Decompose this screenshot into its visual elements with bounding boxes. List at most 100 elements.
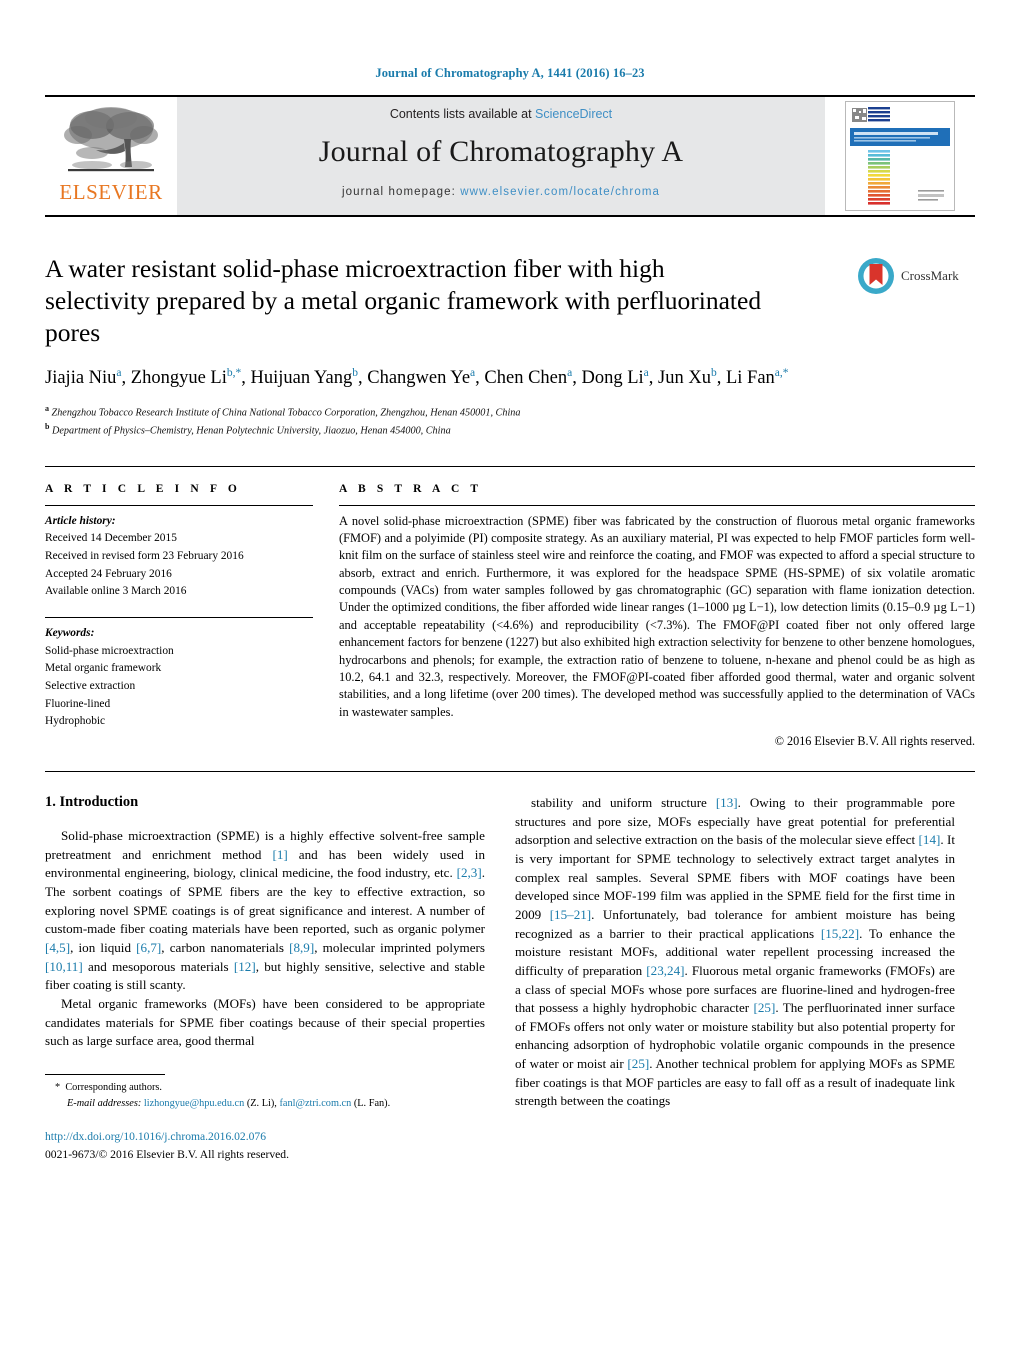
body-paragraph: stability and uniform structure [13]. Ow… (515, 794, 956, 1109)
abstract-rule (339, 504, 975, 506)
body-top-rule (45, 770, 975, 772)
elsevier-tree-icon (64, 107, 158, 172)
journal-cover-block (825, 97, 975, 215)
right-column-paragraphs: stability and uniform structure [13]. Ow… (515, 794, 955, 1111)
crossmark-badge[interactable]: CrossMark (857, 257, 975, 295)
elsevier-wordmark: ELSEVIER (59, 180, 163, 204)
author-affiliation-marker: b,* (226, 367, 242, 380)
article-history-lines: Received 14 December 2015 Received in rev… (45, 530, 313, 601)
sciencedirect-link[interactable]: ScienceDirect (535, 107, 612, 121)
body-column-left: 1. Introduction Solid-phase microextract… (45, 794, 485, 1161)
body-column-right: stability and uniform structure [13]. Ow… (515, 794, 955, 1111)
keyword-item: Fluorine-lined (45, 697, 111, 710)
author-affiliation-marker: a (470, 367, 476, 380)
journal-cover-thumbnail[interactable] (845, 101, 955, 211)
citation-link[interactable]: [15–21] (550, 907, 591, 922)
corresponding-authors-line: * Corresponding authors. (45, 1080, 485, 1095)
paper-page: Journal of Chromatography A, 1441 (2016)… (0, 0, 1020, 1351)
page-title: A water resistant solid-phase microextra… (45, 254, 762, 348)
crossmark-label: CrossMark (901, 268, 959, 283)
article-history-item: Accepted 24 February 2016 (45, 567, 172, 580)
citation-link[interactable]: [13] (716, 795, 738, 810)
author-affiliation-marker: a (567, 367, 573, 380)
abstract-copyright: © 2016 Elsevier B.V. All rights reserved… (774, 733, 975, 748)
affiliation-item: b Department of Physics–Chemistry, Henan… (45, 422, 451, 437)
author-name: Changwen Ye (367, 368, 471, 389)
author-name: Jun Xu (658, 368, 711, 389)
author-name: Chen Chen (484, 368, 568, 389)
email-addresses-line: E-mail addresses: lizhongyue@hpu.edu.cn … (67, 1097, 391, 1109)
footnote-star: * (55, 1082, 61, 1094)
author-list: Jiajia Niua, Zhongyue Lib,*, Huijuan Yan… (45, 367, 789, 389)
keyword-item: Solid-phase microextraction (45, 644, 174, 657)
citation-link[interactable]: [15,22] (821, 926, 859, 941)
body-paragraph: Metal organic frameworks (MOFs) have bee… (45, 995, 485, 1049)
keywords-rule (45, 616, 313, 618)
masthead-bottom-rule (45, 215, 975, 217)
author-affiliation-marker: a (116, 367, 122, 380)
article-info-column: A R T I C L E I N F O Article history: R… (45, 483, 313, 749)
elsevier-logo: ELSEVIER (45, 97, 177, 215)
running-head: Journal of Chromatography A, 1441 (2016)… (375, 66, 645, 80)
doi-link[interactable]: http://dx.doi.org/10.1016/j.chroma.2016.… (45, 1128, 485, 1145)
homepage-prefix: journal homepage: (341, 186, 461, 198)
article-history-item: Received 14 December 2015 (45, 532, 177, 545)
author-affiliation-marker: a (643, 367, 649, 380)
email-link-fan[interactable]: fanl@ztri.com.cn (279, 1098, 351, 1109)
citation-link[interactable]: [10,11] (45, 959, 83, 974)
article-history-item: Received in revised form 23 February 201… (45, 549, 244, 562)
left-column-paragraphs: Solid-phase microextraction (SPME) is a … (45, 827, 485, 1051)
footnote-block: * Corresponding authors. E-mail addresse… (45, 1074, 485, 1161)
keyword-lines: Solid-phase microextraction Metal organic… (45, 643, 313, 731)
citation-link[interactable]: [25] (753, 1000, 775, 1015)
journal-cover-art (846, 102, 954, 210)
citation-link[interactable]: [8,9] (289, 940, 314, 955)
crossmark-icon (858, 258, 894, 294)
email-link-li[interactable]: lizhongyue@hpu.edu.cn (144, 1098, 244, 1109)
citation-link[interactable]: [1] (272, 847, 287, 862)
keyword-item: Metal organic framework (45, 662, 162, 675)
author-name: Dong Li (581, 368, 644, 389)
keywords-label: Keywords: (45, 626, 95, 639)
author-affiliation-marker: b (352, 367, 358, 380)
article-history-item: Available online 3 March 2016 (45, 585, 187, 598)
citation-link[interactable]: [2,3] (457, 865, 482, 880)
doi-block: http://dx.doi.org/10.1016/j.chroma.2016.… (45, 1128, 485, 1163)
affiliation-item: a Zhengzhou Tobacco Research Institute o… (45, 404, 521, 419)
keyword-item: Hydrophobic (45, 715, 106, 728)
citation-link[interactable]: [14] (919, 832, 941, 847)
info-abstract-section: A R T I C L E I N F O Article history: R… (45, 465, 975, 749)
body-paragraph: Solid-phase microextraction (SPME) is a … (45, 827, 485, 993)
abstract-text: A novel solid-phase microextraction (SPM… (339, 513, 975, 719)
abstract-column: A B S T R A C T A novel solid-phase micr… (339, 483, 975, 749)
article-history-label: Article history: (45, 514, 116, 527)
affiliation-marker: b (45, 422, 50, 432)
corresponding-authors-text: Corresponding authors. (65, 1082, 162, 1094)
contents-prefix: Contents lists available at (389, 107, 536, 121)
abstract-heading: A B S T R A C T (339, 482, 483, 495)
citation-link[interactable]: [25] (627, 1056, 649, 1071)
author-name: Huijuan Yang (250, 368, 353, 389)
article-info-heading: A R T I C L E I N F O (45, 482, 241, 495)
journal-masthead: ELSEVIER Contents lists available at Sci… (45, 95, 975, 215)
homepage-url-link[interactable]: www.elsevier.com/locate/chroma (460, 186, 660, 198)
affiliation-list: a Zhengzhou Tobacco Research Institute o… (45, 403, 975, 439)
article-info-rule (45, 504, 313, 506)
author-name: Jiajia Niu (45, 368, 117, 389)
citation-link[interactable]: [12] (234, 959, 256, 974)
author-name: Zhongyue Li (130, 368, 227, 389)
title-area: CrossMark A water resistant solid-phase … (45, 253, 975, 440)
issn-copyright-line: 0021-9673/© 2016 Elsevier B.V. All right… (45, 1147, 289, 1161)
journal-homepage-line: journal homepage: www.elsevier.com/locat… (342, 186, 660, 198)
contents-available-line: Contents lists available at ScienceDirec… (390, 107, 612, 121)
citation-link[interactable]: [23,24] (646, 963, 684, 978)
footnote-rule (45, 1074, 165, 1076)
body-columns: 1. Introduction Solid-phase microextract… (45, 794, 975, 1161)
citation-link[interactable]: [4,5] (45, 940, 70, 955)
author-name: , Li Fan (716, 368, 775, 389)
author-affiliation-marker: a,* (774, 367, 789, 380)
keyword-item: Selective extraction (45, 680, 136, 692)
affiliation-marker: a (45, 404, 49, 414)
citation-link[interactable]: [6,7] (136, 940, 161, 955)
